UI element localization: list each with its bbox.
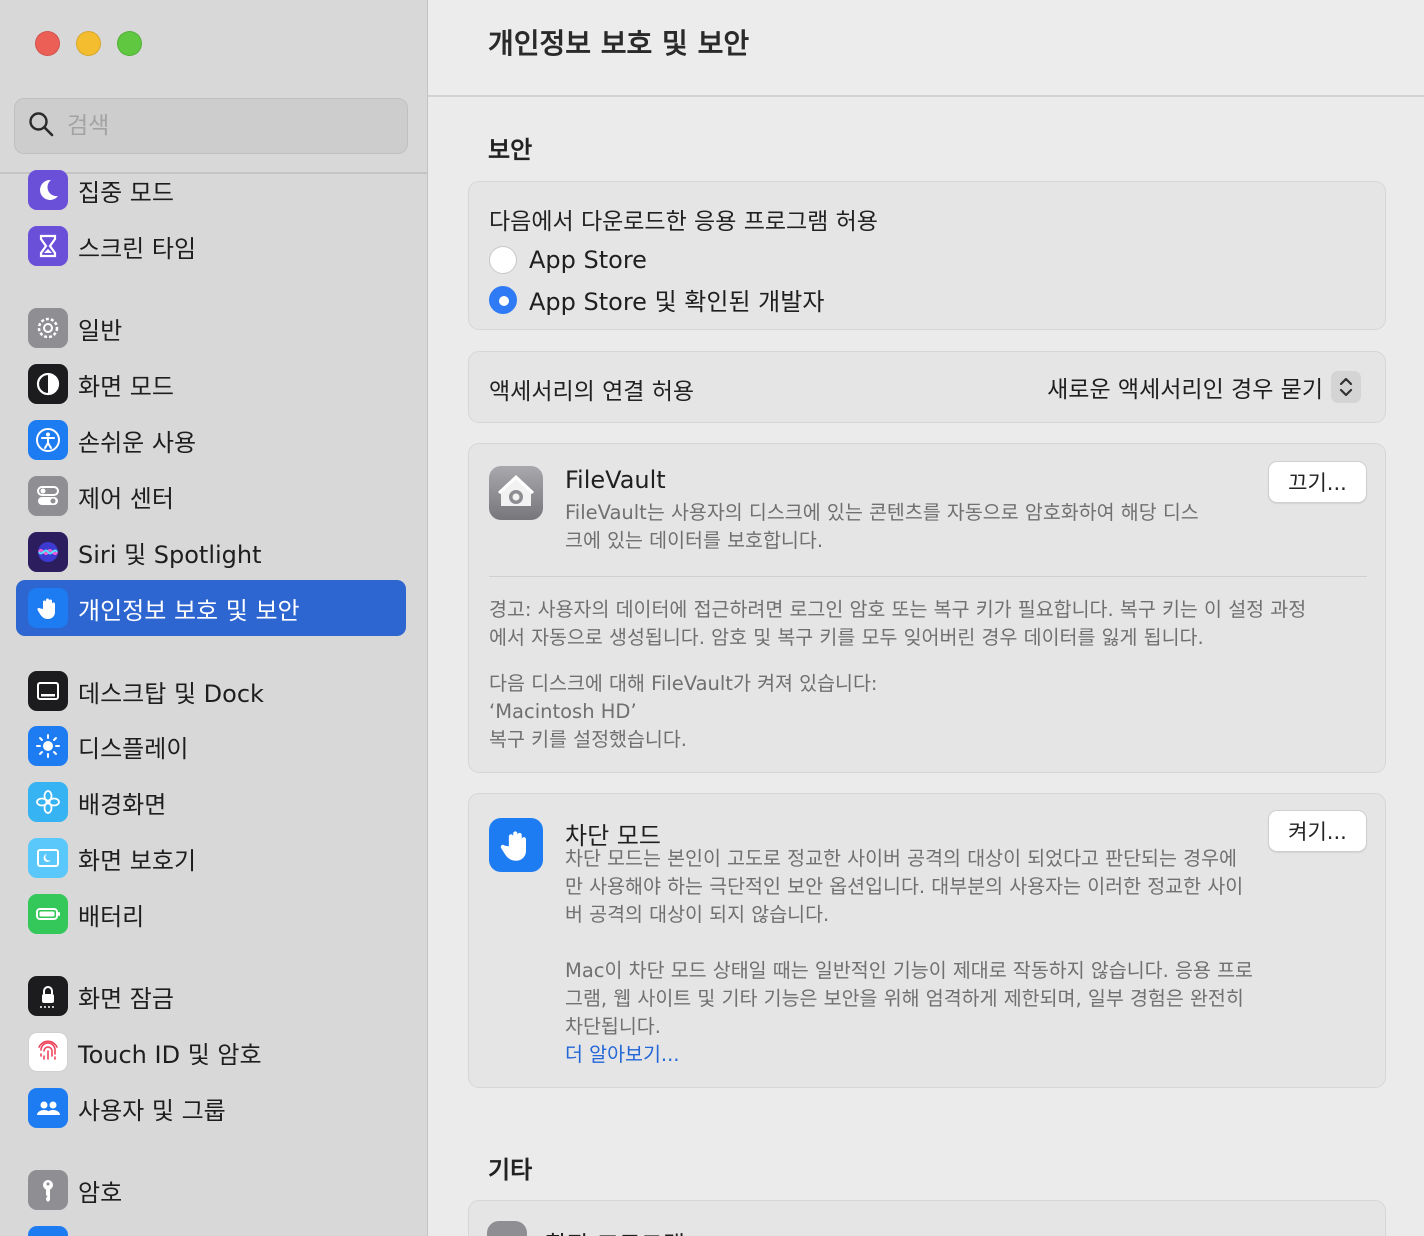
lockdown-description-2: Mac이 차단 모드 상태일 때는 일반적인 기능이 제대로 작동하지 않습니다… <box>565 959 1253 1038</box>
screensaver-icon <box>28 838 68 878</box>
radio-button[interactable] <box>489 246 517 274</box>
accessory-label: 액세서리의 연결 허용 <box>489 379 695 405</box>
sun-icon <box>28 726 68 766</box>
sidebar-item-siri[interactable]: Siri 및 Spotlight <box>16 524 406 580</box>
minimize-window-button[interactable] <box>76 31 101 56</box>
sidebar-item-control-center[interactable]: 제어 센터 <box>16 468 406 524</box>
sidebar-item-label: 집중 모드 <box>78 178 174 207</box>
sidebar-item-label: 암호 <box>78 1178 123 1207</box>
sidebar-item-label: 손쉬운 사용 <box>78 428 197 457</box>
window-controls <box>35 31 142 56</box>
filevault-disk-name: ‘Macintosh HD’ <box>489 700 637 723</box>
lockdown-description: 차단 모드는 본인이 고도로 정교한 사이버 공격의 대상이 되었다고 판단되는… <box>565 847 1244 926</box>
sidebar-item-battery[interactable]: 배터리 <box>16 886 406 942</box>
sidebar: 집중 모드 스크린 타임 일반 화면 모드 손쉬 <box>0 0 428 1236</box>
sidebar-item-screen-time[interactable]: 스크린 타임 <box>16 218 406 274</box>
battery-icon <box>28 894 68 934</box>
lockdown-hand-icon <box>489 818 543 872</box>
filevault-recovery-status: 복구 키를 설정했습니다. <box>489 728 687 751</box>
sidebar-item-label: 사용자 및 그룹 <box>78 1096 226 1125</box>
other-card: 확장 프로그램 <box>468 1200 1386 1236</box>
sidebar-item-users-groups[interactable]: 사용자 및 그룹 <box>16 1080 406 1136</box>
appearance-icon <box>28 364 68 404</box>
search-input[interactable] <box>67 113 367 139</box>
search-icon <box>27 110 55 142</box>
sidebar-item-focus[interactable]: 집중 모드 <box>16 162 406 218</box>
siri-icon <box>28 532 68 572</box>
sidebar-item-label: 제어 센터 <box>78 484 174 513</box>
radio-label: App Store <box>529 246 647 274</box>
key-icon <box>28 1170 68 1210</box>
gear-icon <box>28 308 68 348</box>
filevault-title: FileVault <box>565 466 666 494</box>
sidebar-item-general[interactable]: 일반 <box>16 300 406 356</box>
accessory-popup[interactable]: 새로운 액세서리인 경우 묻기 <box>1047 370 1361 404</box>
moon-icon <box>28 170 68 210</box>
lock-icon <box>28 976 68 1016</box>
toolbar: 개인정보 보호 및 보안 <box>428 0 1424 97</box>
divider <box>489 576 1367 577</box>
sidebar-item-label: Siri 및 Spotlight <box>78 540 262 569</box>
sidebar-item-wallpaper[interactable]: 배경화면 <box>16 774 406 830</box>
radio-label: App Store 및 확인된 개발자 <box>529 288 825 316</box>
section-title-other: 기타 <box>488 1156 533 1184</box>
sidebar-item-screen-saver[interactable]: 화면 보호기 <box>16 830 406 886</box>
sidebar-item-label: 개인정보 보호 및 보안 <box>78 596 300 625</box>
fingerprint-icon <box>28 1032 68 1072</box>
lockdown-turn-on-button[interactable]: 켜기... <box>1268 810 1367 852</box>
accessory-card: 액세서리의 연결 허용 새로운 액세서리인 경우 묻기 <box>468 351 1386 423</box>
extensions-icon <box>487 1221 527 1236</box>
flower-icon <box>28 782 68 822</box>
filevault-house-icon <box>489 466 543 520</box>
sidebar-item-lock-screen[interactable]: 화면 잠금 <box>16 968 406 1024</box>
filevault-warning: 경고: 사용자의 데이터에 접근하려면 로그인 암호 또는 복구 키가 필요합니… <box>489 598 1307 649</box>
close-window-button[interactable] <box>35 31 60 56</box>
sidebar-item-touch-id[interactable]: Touch ID 및 암호 <box>16 1024 406 1080</box>
download-source-label: 다음에서 다운로드한 응용 프로그램 허용 <box>489 209 878 235</box>
extensions-label[interactable]: 확장 프로그램 <box>545 1225 685 1236</box>
sidebar-item-label: 디스플레이 <box>78 734 189 763</box>
accessibility-icon <box>28 420 68 460</box>
sidebar-item-label: 일반 <box>78 316 123 345</box>
users-icon <box>28 1088 68 1128</box>
sidebar-item-displays[interactable]: 디스플레이 <box>16 718 406 774</box>
filevault-turn-off-button[interactable]: 끄기... <box>1268 461 1367 503</box>
page-title: 개인정보 보호 및 보안 <box>488 27 750 60</box>
hand-icon <box>28 588 68 628</box>
sidebar-item-label: 화면 보호기 <box>78 846 197 875</box>
toggles-icon <box>28 476 68 516</box>
filevault-description: FileVault는 사용자의 디스크에 있는 콘텐츠를 자동으로 암호화하여 … <box>565 501 1199 552</box>
radio-app-store[interactable]: App Store <box>489 246 1365 274</box>
accessory-popup-value: 새로운 액세서리인 경우 묻기 <box>1047 377 1323 403</box>
learn-more-link[interactable]: 더 알아보기... <box>565 1041 680 1069</box>
sidebar-item-partial[interactable] <box>16 1218 406 1236</box>
sidebar-item-passwords[interactable]: 암호 <box>16 1162 406 1218</box>
sidebar-item-appearance[interactable]: 화면 모드 <box>16 356 406 412</box>
sidebar-item-accessibility[interactable]: 손쉬운 사용 <box>16 412 406 468</box>
hourglass-icon <box>28 226 68 266</box>
sidebar-item-label: 데스크탑 및 Dock <box>78 679 264 708</box>
main-content: 개인정보 보호 및 보안 보안 다음에서 다운로드한 응용 프로그램 허용 Ap… <box>428 0 1424 1236</box>
sidebar-item-privacy-security[interactable]: 개인정보 보호 및 보안 <box>16 580 406 636</box>
sidebar-item-label: Touch ID 및 암호 <box>78 1040 262 1069</box>
sidebar-item-label: 배터리 <box>78 902 145 931</box>
dock-icon <box>28 671 68 711</box>
sidebar-item-label: 배경화면 <box>78 790 167 819</box>
zoom-window-button[interactable] <box>117 31 142 56</box>
filevault-status-line: 다음 디스크에 대해 FileVault가 켜져 있습니다: <box>489 672 878 695</box>
radio-app-store-identified[interactable]: App Store 및 확인된 개발자 <box>489 282 1365 317</box>
sidebar-item-label: 화면 모드 <box>78 372 174 401</box>
radio-button-selected[interactable] <box>489 285 517 314</box>
chevron-up-down-icon[interactable] <box>1331 371 1361 403</box>
sidebar-item-label: 스크린 타임 <box>78 234 197 263</box>
download-source-card: 다음에서 다운로드한 응용 프로그램 허용 App Store App Stor… <box>468 181 1386 330</box>
search-field[interactable] <box>14 98 408 154</box>
sidebar-item-label: 화면 잠금 <box>78 984 174 1013</box>
lockdown-card: 차단 모드 차단 모드는 본인이 고도로 정교한 사이버 공격의 대상이 되었다… <box>468 793 1386 1088</box>
sidebar-item-desktop-dock[interactable]: 데스크탑 및 Dock <box>16 663 406 719</box>
section-title-security: 보안 <box>488 136 533 164</box>
filevault-card: FileVault FileVault는 사용자의 디스크에 있는 콘텐츠를 자… <box>468 443 1386 773</box>
internet-accounts-icon <box>28 1226 68 1236</box>
